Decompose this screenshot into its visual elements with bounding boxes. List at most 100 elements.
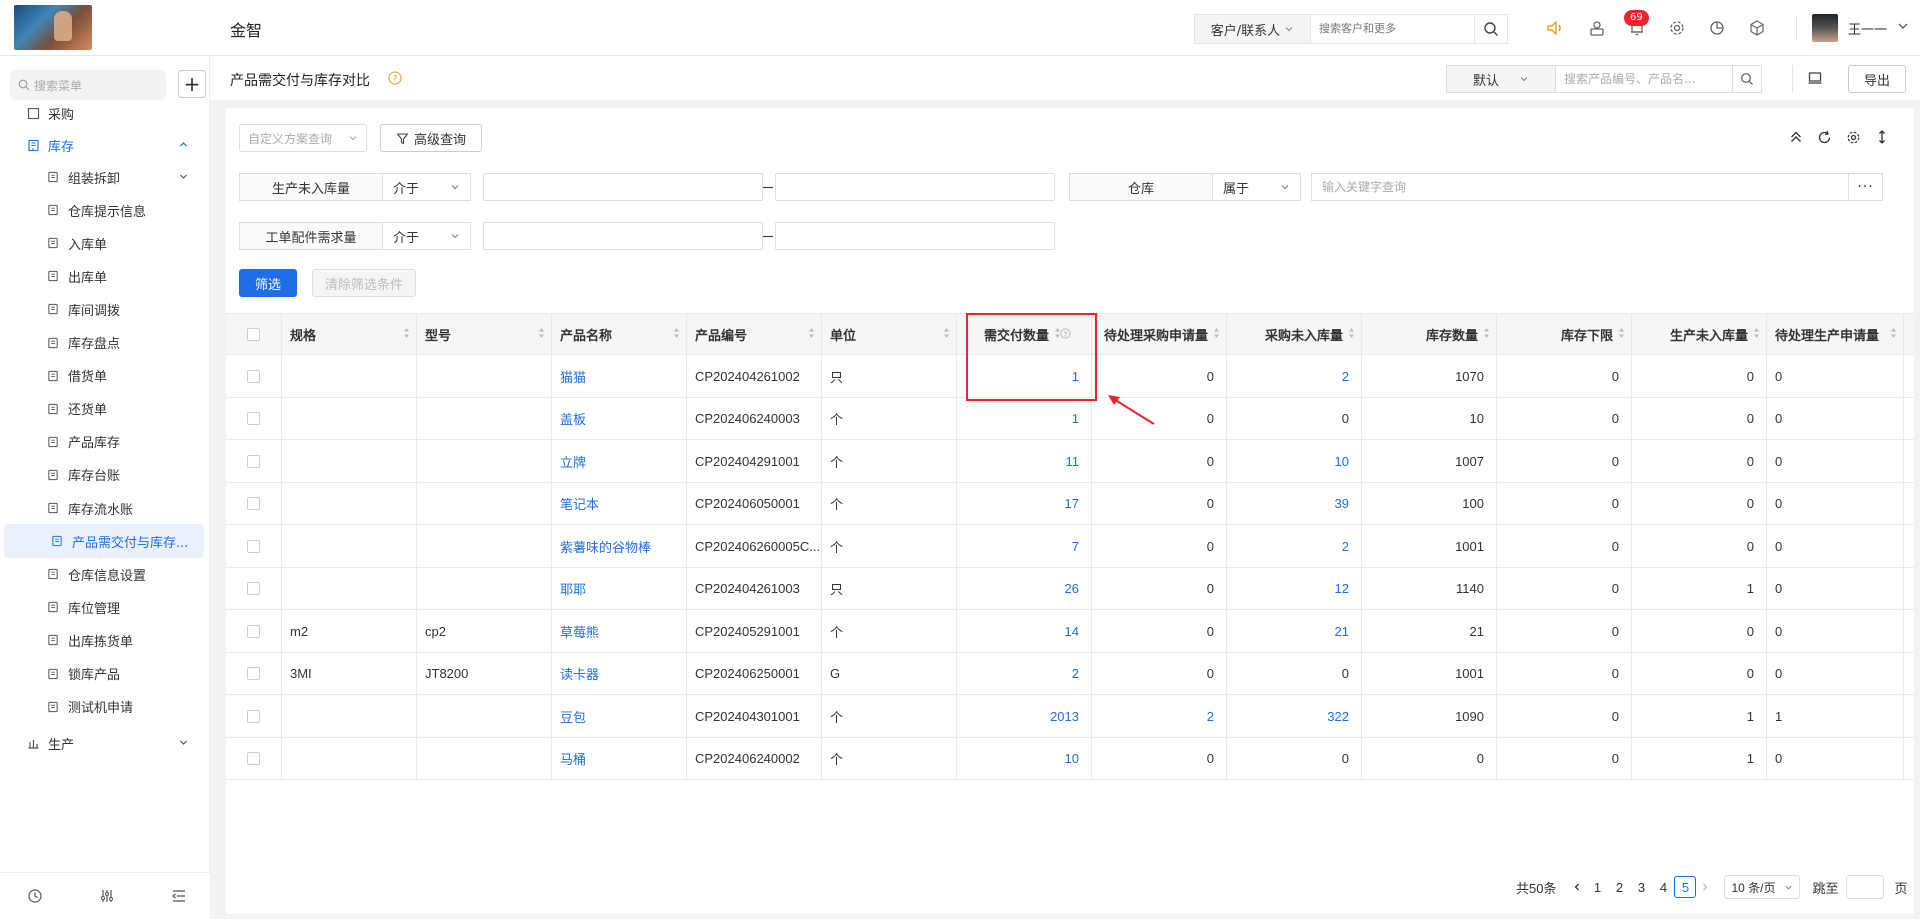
filter-button[interactable]: 筛选 — [239, 269, 297, 297]
help-icon[interactable]: ? — [388, 71, 402, 85]
row-checkbox[interactable] — [226, 525, 282, 567]
select-all-checkbox[interactable] — [226, 314, 282, 354]
row-checkbox[interactable] — [226, 397, 282, 440]
cell-deliver[interactable]: 10 — [957, 737, 1092, 780]
sort-icon[interactable] — [538, 327, 545, 339]
cell-purchase-not-in[interactable]: 322 — [1227, 695, 1362, 737]
cell-pending-purchase[interactable]: 2 — [1092, 695, 1227, 737]
cell-deliver[interactable]: 14 — [957, 610, 1092, 652]
sort-icon[interactable] — [808, 327, 815, 339]
sidebar-item-16[interactable]: 锁库产品 — [0, 657, 205, 691]
monitor-icon[interactable] — [1804, 67, 1826, 89]
sort-icon[interactable] — [1890, 327, 1897, 339]
column-header-pending-purchase[interactable]: 待处理采购申请量 — [1092, 314, 1227, 354]
sidebar-item-15[interactable]: 出库拣货单 — [0, 623, 205, 657]
page-size-select[interactable]: 10 条/页 — [1724, 875, 1801, 899]
cell-name[interactable]: 草莓熊 — [552, 610, 687, 652]
row-checkbox[interactable] — [226, 355, 282, 397]
cell-name[interactable]: 笔记本 — [552, 482, 687, 525]
cell-name[interactable]: 盖板 — [552, 397, 687, 440]
cell-deliver[interactable]: 17 — [957, 482, 1092, 525]
customer-search-button[interactable] — [1474, 14, 1508, 44]
filter-max-input[interactable] — [775, 222, 1055, 250]
more-options-button[interactable]: ··· — [1849, 173, 1883, 201]
sidebar-item-3[interactable]: 入库单 — [0, 226, 205, 260]
page-2-button[interactable]: 2 — [1608, 876, 1630, 898]
cell-purchase-not-in[interactable]: 21 — [1227, 610, 1362, 652]
row-checkbox[interactable] — [226, 482, 282, 525]
product-search-input[interactable]: 搜索产品编号、产品名... — [1556, 65, 1736, 93]
clear-filter-button[interactable]: 清除筛选条件 — [312, 269, 416, 297]
sidebar-item-17[interactable]: 测试机申请 — [0, 690, 205, 724]
cell-name[interactable]: 耶耶 — [552, 567, 687, 610]
cell-name[interactable]: 豆包 — [552, 695, 687, 737]
sidebar-item-inventory[interactable]: 库存 — [0, 128, 205, 162]
table-row[interactable]: m2 cp2 草莓熊 CP202405291001 个 14 0 21 21 0 0 0 — [226, 610, 1914, 653]
cell-purchase-not-in[interactable]: 10 — [1227, 440, 1362, 482]
refresh-icon[interactable] — [1814, 127, 1834, 147]
column-header-code[interactable]: 产品编号 — [687, 314, 822, 354]
page-1-button[interactable]: 1 — [1586, 876, 1608, 898]
cell-deliver[interactable]: 11 — [957, 440, 1092, 482]
sort-icon[interactable] — [1753, 327, 1760, 339]
cube-icon[interactable] — [1746, 17, 1768, 39]
row-checkbox[interactable] — [226, 567, 282, 610]
column-header-purchase-not-in[interactable]: 采购未入库量 — [1227, 314, 1362, 354]
cell-name[interactable]: 立牌 — [552, 440, 687, 482]
custom-scheme-select[interactable]: 自定义方案查询 — [239, 124, 367, 152]
sidebar-item-purchase[interactable]: 采购 — [0, 108, 205, 130]
customer-type-select[interactable]: 客户/联系人 — [1194, 14, 1310, 44]
sidebar-item-9[interactable]: 产品库存 — [0, 425, 205, 459]
filter-op-part-demand[interactable]: 介于 — [383, 222, 471, 250]
column-header-pending-prod[interactable]: 待处理生产申请量 — [1767, 314, 1904, 354]
row-checkbox[interactable] — [226, 695, 282, 737]
sort-icon[interactable] — [403, 327, 410, 339]
cell-purchase-not-in[interactable]: 12 — [1227, 567, 1362, 610]
table-row[interactable]: 立牌 CP202404291001 个 11 0 10 1007 0 0 0 — [226, 440, 1914, 483]
sidebar-item-2[interactable]: 仓库提示信息 — [0, 193, 205, 227]
row-checkbox[interactable] — [226, 737, 282, 780]
cell-purchase-not-in[interactable]: 39 — [1227, 482, 1362, 525]
sidebar-item-4[interactable]: 出库单 — [0, 259, 205, 293]
cell-purchase-not-in[interactable]: 2 — [1227, 355, 1362, 397]
cell-deliver[interactable]: 1 — [957, 397, 1092, 440]
contacts-icon[interactable] — [1586, 17, 1608, 39]
cell-deliver[interactable]: 2013 — [957, 695, 1092, 737]
speaker-icon[interactable] — [1544, 17, 1566, 39]
filter-op-warehouse[interactable]: 属于 — [1213, 173, 1301, 201]
sidebar-item-8[interactable]: 还货单 — [0, 392, 205, 426]
sidebar-item-5[interactable]: 库间调拨 — [0, 292, 205, 326]
avatar[interactable] — [1812, 14, 1838, 42]
pie-chart-icon[interactable] — [1706, 17, 1728, 39]
row-checkbox[interactable] — [226, 440, 282, 482]
sidebar-item-7[interactable]: 借货单 — [0, 359, 205, 393]
column-header-spec[interactable]: 规格 — [282, 314, 417, 354]
product-search-button[interactable] — [1732, 65, 1762, 93]
sidebar-item-1[interactable]: 组装拆卸 — [0, 160, 205, 194]
sort-icon[interactable] — [943, 327, 950, 339]
column-header-unit[interactable]: 单位 — [822, 314, 957, 354]
sidebar-item-10[interactable]: 库存台账 — [0, 458, 205, 492]
row-checkbox[interactable] — [226, 610, 282, 652]
sort-icon[interactable] — [1483, 327, 1490, 339]
table-row[interactable]: 盖板 CP202406240003 个 1 0 0 10 0 0 0 — [226, 397, 1914, 440]
warehouse-keyword-input[interactable]: 输入关键字查询 — [1311, 173, 1849, 201]
settings-icon[interactable] — [1843, 127, 1863, 147]
column-header-prod-not-in[interactable]: 生产未入库量 — [1632, 314, 1767, 354]
filter-min-input[interactable] — [483, 222, 763, 250]
gear-icon[interactable] — [1666, 17, 1688, 39]
cell-purchase-not-in[interactable]: 2 — [1227, 525, 1362, 567]
filter-min-input[interactable] — [483, 173, 763, 201]
sidebar-item-6[interactable]: 库存盘点 — [0, 326, 205, 360]
row-checkbox[interactable] — [226, 652, 282, 695]
sort-icon[interactable] — [1213, 327, 1220, 339]
table-row[interactable]: 豆包 CP202404301001 个 2013 2 322 1090 0 1 1 — [226, 695, 1914, 738]
sidebar-item-12[interactable]: 产品需交付与库存... — [4, 524, 204, 559]
cell-name[interactable]: 马桶 — [552, 737, 687, 780]
sort-icon[interactable] — [673, 327, 680, 339]
advanced-query-button[interactable]: 高级查询 — [380, 124, 482, 152]
user-name[interactable]: 王一一 — [1848, 19, 1887, 38]
collapse-menu-icon[interactable] — [170, 887, 188, 905]
collapse-up-icon[interactable] — [1786, 127, 1806, 147]
chevron-down-icon[interactable] — [1896, 19, 1910, 33]
